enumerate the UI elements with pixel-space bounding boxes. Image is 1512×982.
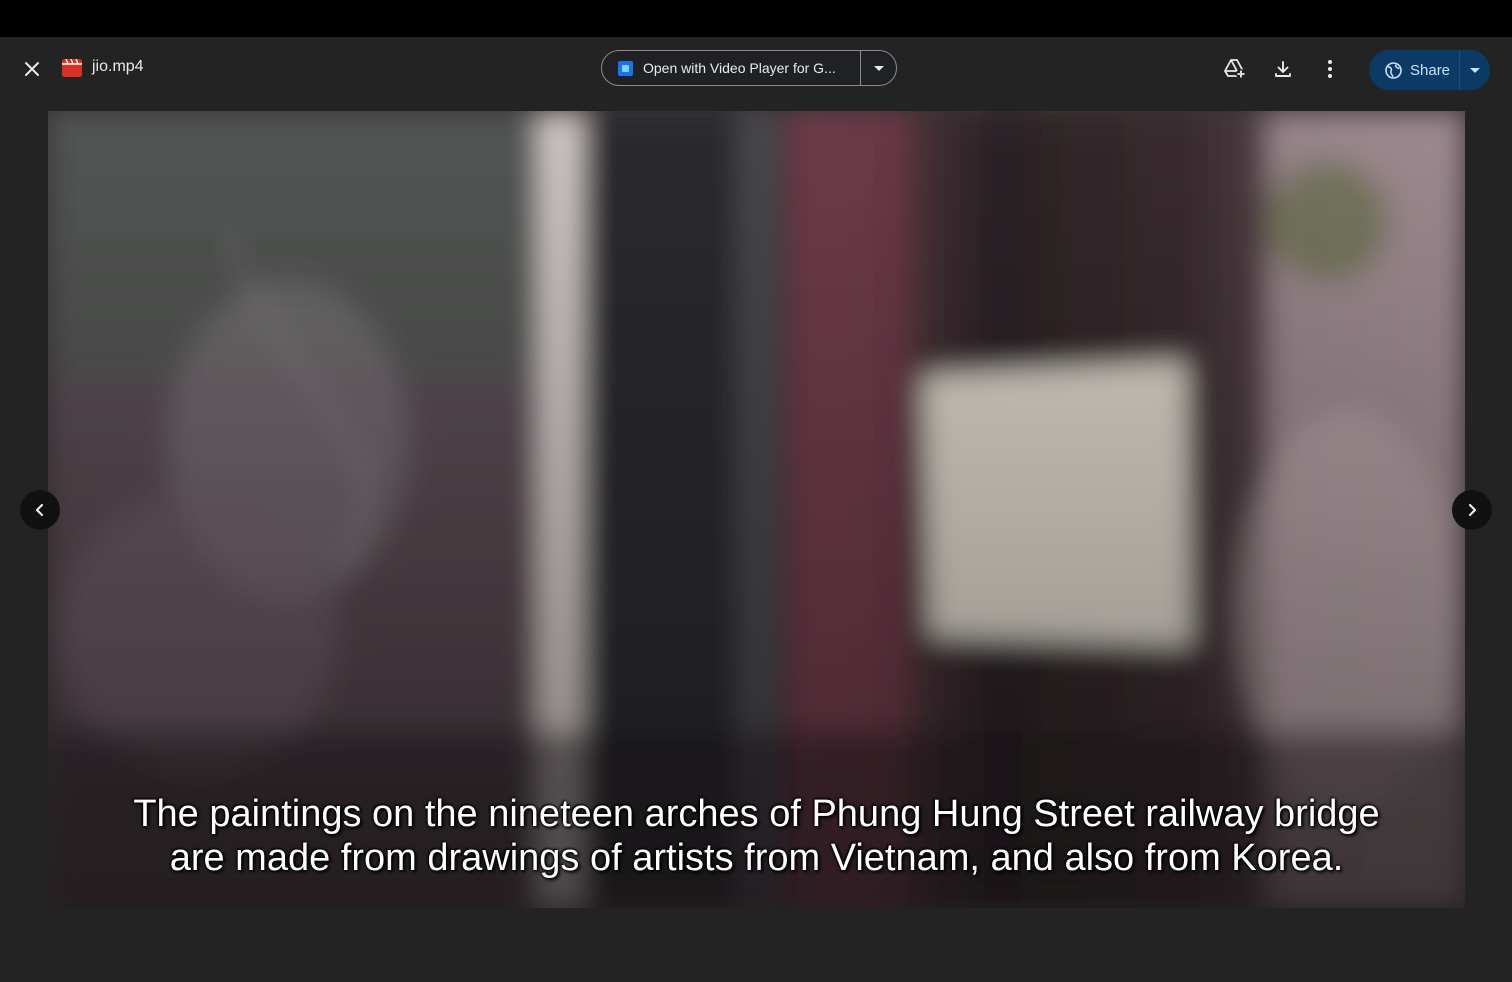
- download-icon: [1275, 61, 1291, 77]
- more-vert-icon: [1328, 60, 1332, 78]
- chevron-down-icon: [873, 65, 884, 71]
- video-file-icon: [62, 59, 82, 77]
- more-options-button[interactable]: [1314, 53, 1346, 85]
- share-dropdown-button[interactable]: [1459, 50, 1490, 90]
- open-with-control: Open with Video Player for G...: [601, 50, 897, 86]
- add-to-drive-icon: [1224, 59, 1246, 79]
- open-with-label: Open with Video Player for G...: [643, 60, 836, 76]
- open-with-dropdown-button[interactable]: [861, 51, 896, 85]
- video-frame: [48, 111, 1465, 908]
- chevron-right-icon: [1469, 504, 1476, 516]
- add-to-drive-button[interactable]: [1219, 53, 1251, 85]
- next-file-button[interactable]: [1452, 490, 1492, 530]
- close-icon: [25, 62, 39, 76]
- subtitle-line-1: The paintings on the nineteen arches of …: [133, 793, 1380, 835]
- globe-icon: [1385, 61, 1402, 79]
- top-black-strip: [0, 0, 1512, 37]
- share-label: Share: [1410, 61, 1451, 79]
- video-player[interactable]: The paintings on the nineteen arches of …: [48, 111, 1465, 908]
- close-button[interactable]: [14, 51, 50, 87]
- previous-file-button[interactable]: [20, 490, 60, 530]
- subtitle-line-2: are made from drawings of artists from V…: [169, 837, 1344, 879]
- app-icon: [618, 60, 633, 76]
- viewer-header: jio.mp4 Open with Video Player for G...: [0, 37, 1512, 101]
- share-button[interactable]: Share: [1369, 50, 1459, 90]
- open-with-button[interactable]: Open with Video Player for G...: [602, 51, 861, 85]
- file-name: jio.mp4: [92, 58, 144, 75]
- chevron-left-icon: [36, 504, 43, 516]
- chevron-down-icon: [1470, 67, 1480, 73]
- download-button[interactable]: [1267, 53, 1299, 85]
- share-control: Share: [1369, 50, 1490, 90]
